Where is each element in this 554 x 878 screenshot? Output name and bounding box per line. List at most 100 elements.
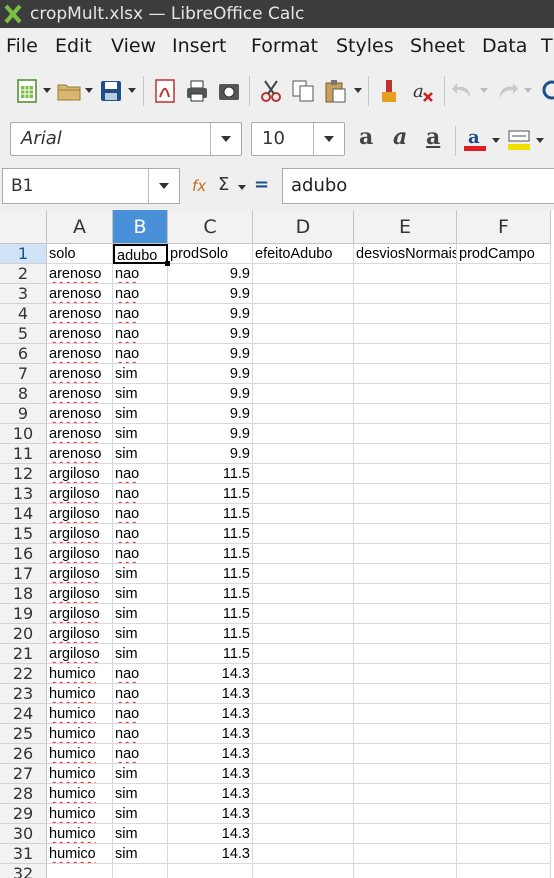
data-cell[interactable] <box>253 824 354 844</box>
row-header[interactable]: 21 <box>0 644 47 664</box>
data-cell[interactable] <box>354 364 457 384</box>
data-cell[interactable]: 9.9 <box>168 424 253 444</box>
data-cell[interactable] <box>354 684 457 704</box>
data-cell[interactable]: argiloso <box>47 624 113 644</box>
data-cell[interactable]: argiloso <box>47 484 113 504</box>
data-cell[interactable] <box>253 324 354 344</box>
data-cell[interactable] <box>457 304 551 324</box>
data-cell[interactable] <box>253 424 354 444</box>
data-cell[interactable] <box>457 444 551 464</box>
data-cell[interactable] <box>457 704 551 724</box>
data-cell[interactable] <box>457 384 551 404</box>
row-header[interactable]: 1 <box>0 244 47 264</box>
redo-dropdown-arrow[interactable] <box>524 88 532 93</box>
data-cell[interactable] <box>354 724 457 744</box>
data-cell[interactable] <box>457 544 551 564</box>
data-cell[interactable] <box>253 864 354 878</box>
formula-input[interactable]: adubo <box>282 168 554 204</box>
data-cell[interactable]: nao <box>113 504 168 524</box>
data-cell[interactable] <box>253 364 354 384</box>
data-cell[interactable] <box>354 324 457 344</box>
undo-icon[interactable] <box>450 78 476 104</box>
data-cell[interactable] <box>354 804 457 824</box>
data-cell[interactable] <box>354 344 457 364</box>
highlight-color-icon[interactable] <box>506 126 532 152</box>
data-cell[interactable]: humico <box>47 704 113 724</box>
header-cell[interactable]: desviosNormais <box>354 244 457 264</box>
data-cell[interactable] <box>253 564 354 584</box>
copy-icon[interactable] <box>290 78 316 104</box>
data-cell[interactable]: 11.5 <box>168 604 253 624</box>
spreadsheet-grid[interactable]: A B C D E F 1 solo adubo prodSolo efeitoAdubo desvi… <box>0 210 554 878</box>
new-dropdown-arrow[interactable] <box>43 88 51 93</box>
data-cell[interactable]: arenoso <box>47 344 113 364</box>
menu-styles[interactable]: Styles <box>336 28 394 64</box>
redo-icon[interactable] <box>494 78 520 104</box>
data-cell[interactable] <box>354 624 457 644</box>
data-cell[interactable]: nao <box>113 704 168 724</box>
data-cell[interactable] <box>354 844 457 864</box>
font-name-dropdown[interactable] <box>210 123 241 155</box>
data-cell[interactable] <box>354 464 457 484</box>
header-cell[interactable]: prodCampo <box>457 244 551 264</box>
data-cell[interactable] <box>253 664 354 684</box>
header-cell[interactable]: efeitoAdubo <box>253 244 354 264</box>
data-cell[interactable]: 14.3 <box>168 664 253 684</box>
data-cell[interactable]: sim <box>113 424 168 444</box>
data-cell[interactable]: sim <box>113 644 168 664</box>
data-cell[interactable]: 11.5 <box>168 504 253 524</box>
data-cell[interactable] <box>354 544 457 564</box>
data-cell[interactable] <box>253 524 354 544</box>
data-cell[interactable] <box>253 264 354 284</box>
data-cell[interactable]: humico <box>47 844 113 864</box>
data-cell[interactable]: sim <box>113 604 168 624</box>
row-header[interactable]: 24 <box>0 704 47 724</box>
data-cell[interactable]: 14.3 <box>168 804 253 824</box>
row-header[interactable]: 6 <box>0 344 47 364</box>
data-cell[interactable] <box>354 284 457 304</box>
highlight-color-dropdown[interactable] <box>536 138 544 143</box>
data-cell[interactable]: sim <box>113 764 168 784</box>
data-cell[interactable] <box>253 504 354 524</box>
data-cell[interactable] <box>253 684 354 704</box>
data-cell[interactable]: nao <box>113 304 168 324</box>
data-cell[interactable]: nao <box>113 684 168 704</box>
menu-tools[interactable]: T <box>541 28 553 64</box>
data-cell[interactable] <box>457 584 551 604</box>
data-cell[interactable]: humico <box>47 684 113 704</box>
underline-button[interactable]: a <box>426 124 440 150</box>
data-cell[interactable] <box>253 704 354 724</box>
data-cell[interactable] <box>354 524 457 544</box>
data-cell[interactable]: argiloso <box>47 604 113 624</box>
data-cell[interactable] <box>354 864 457 878</box>
row-header[interactable]: 4 <box>0 304 47 324</box>
data-cell[interactable]: humico <box>47 744 113 764</box>
data-cell[interactable]: argiloso <box>47 644 113 664</box>
data-cell[interactable] <box>113 864 168 878</box>
data-cell[interactable] <box>354 644 457 664</box>
data-cell[interactable] <box>457 504 551 524</box>
row-header[interactable]: 2 <box>0 264 47 284</box>
data-cell[interactable] <box>253 384 354 404</box>
data-cell[interactable] <box>253 624 354 644</box>
data-cell[interactable]: sim <box>113 364 168 384</box>
data-cell[interactable] <box>354 744 457 764</box>
print-preview-icon[interactable] <box>216 78 242 104</box>
data-cell[interactable]: arenoso <box>47 324 113 344</box>
row-header[interactable]: 8 <box>0 384 47 404</box>
paste-dropdown-arrow[interactable] <box>354 88 362 93</box>
font-color-icon[interactable]: a <box>462 126 488 152</box>
data-cell[interactable]: nao <box>113 744 168 764</box>
menu-view[interactable]: View <box>111 28 156 64</box>
data-cell[interactable]: nao <box>113 484 168 504</box>
data-cell[interactable] <box>168 864 253 878</box>
data-cell[interactable]: 11.5 <box>168 564 253 584</box>
row-header[interactable]: 23 <box>0 684 47 704</box>
column-header-c[interactable]: C <box>168 210 253 244</box>
data-cell[interactable] <box>354 444 457 464</box>
data-cell[interactable]: sim <box>113 844 168 864</box>
data-cell[interactable] <box>354 384 457 404</box>
data-cell[interactable] <box>457 564 551 584</box>
row-header[interactable]: 27 <box>0 764 47 784</box>
data-cell[interactable]: nao <box>113 724 168 744</box>
